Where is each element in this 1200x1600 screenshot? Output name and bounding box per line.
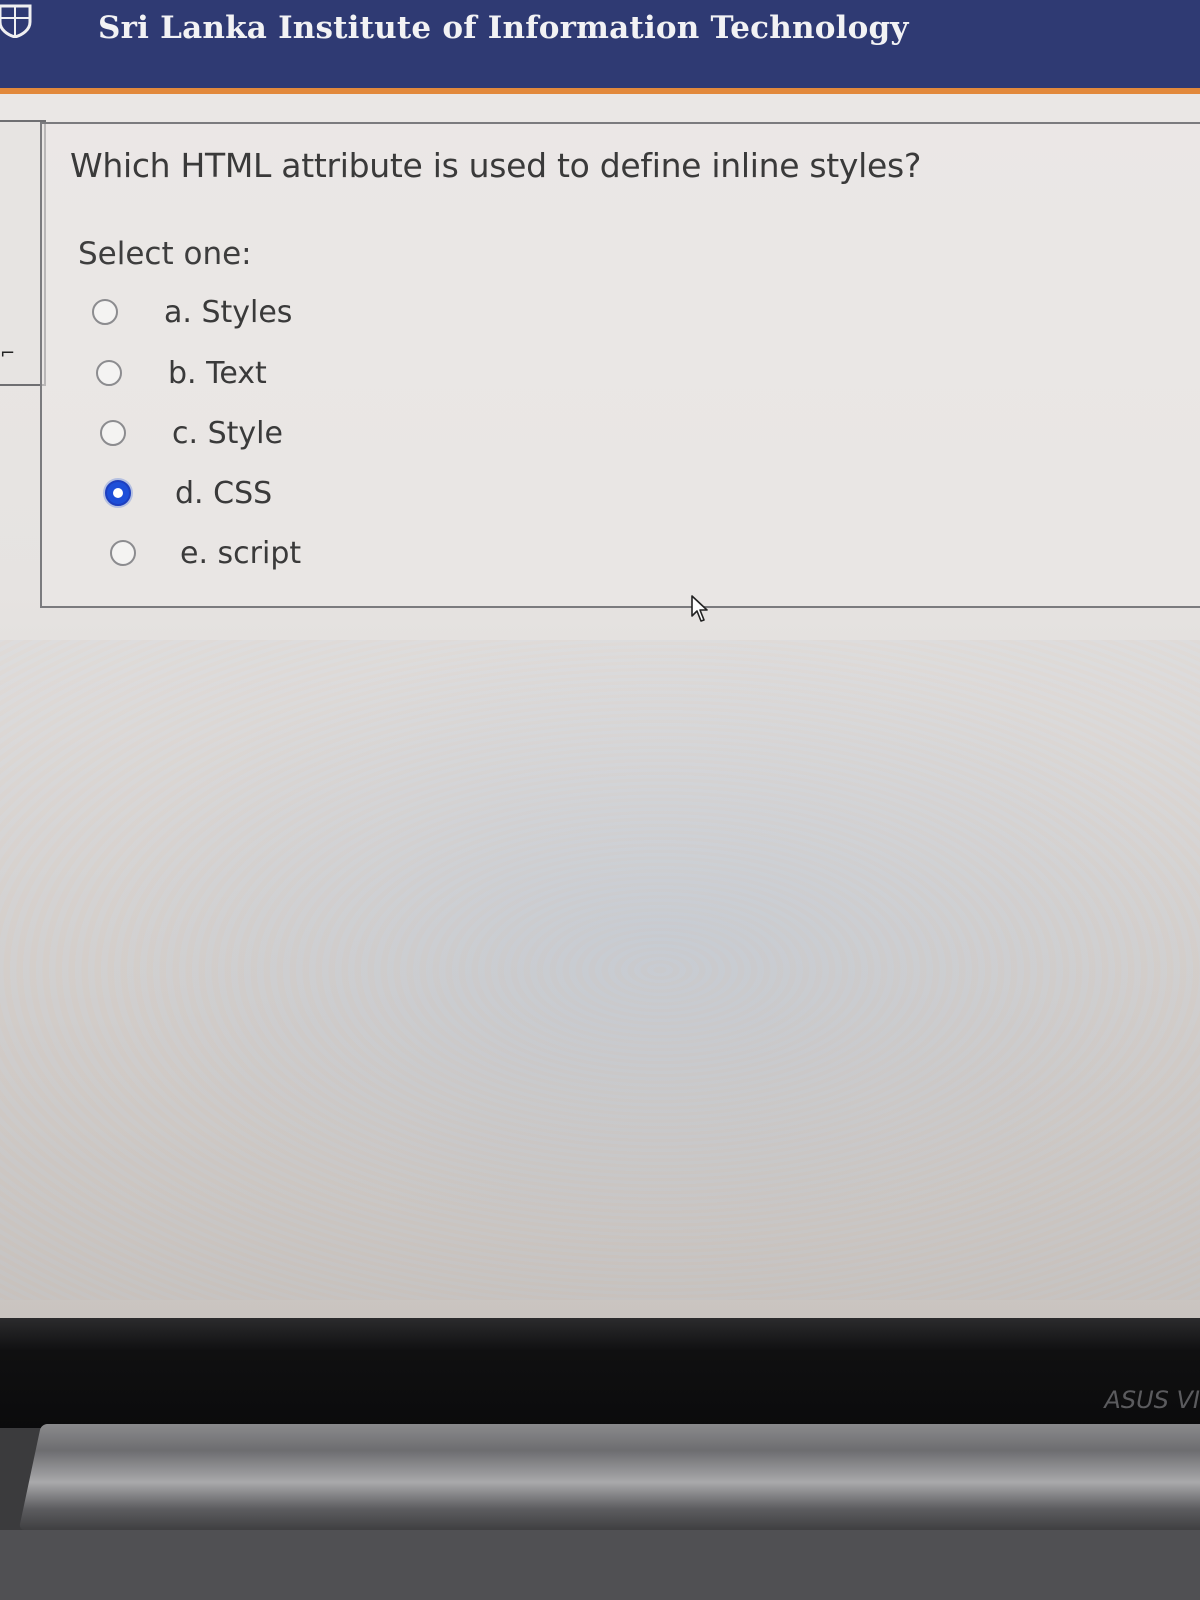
radio-button[interactable] [92,299,118,325]
laptop-screen: Sri Lanka Institute of Information Techn… [0,0,1200,1318]
radio-button[interactable] [110,540,136,566]
laptop-bezel [0,1318,1200,1428]
laptop-hinge [18,1424,1200,1530]
laptop-deck [0,1530,1200,1600]
university-crest-icon [0,4,32,38]
screen-moire [0,640,1200,1300]
laptop-brand-label: ASUS VI [1104,1386,1200,1414]
site-header: Sri Lanka Institute of Information Techn… [0,0,1200,94]
side-panel-edge: ⌐ [0,343,16,364]
radio-button[interactable] [96,360,122,386]
radio-button-selected[interactable] [105,480,131,506]
option-label[interactable]: d. CSS [175,476,272,511]
option-label[interactable]: a. Styles [164,295,292,330]
answer-option-b[interactable]: b. Text [96,353,267,393]
answer-option-a[interactable]: a. Styles [92,292,292,332]
mouse-cursor-icon [691,595,708,622]
answer-option-c[interactable]: c. Style [100,413,283,453]
site-title[interactable]: Sri Lanka Institute of Information Techn… [98,10,909,46]
answer-option-d[interactable]: d. CSS [105,473,272,513]
option-label[interactable]: c. Style [172,416,283,451]
option-label[interactable]: b. Text [168,356,267,391]
radio-button[interactable] [100,420,126,446]
option-label[interactable]: e. script [180,536,301,571]
question-text: Which HTML attribute is used to define i… [70,146,922,185]
select-one-label: Select one: [78,236,252,272]
answer-option-e[interactable]: e. script [110,533,301,573]
